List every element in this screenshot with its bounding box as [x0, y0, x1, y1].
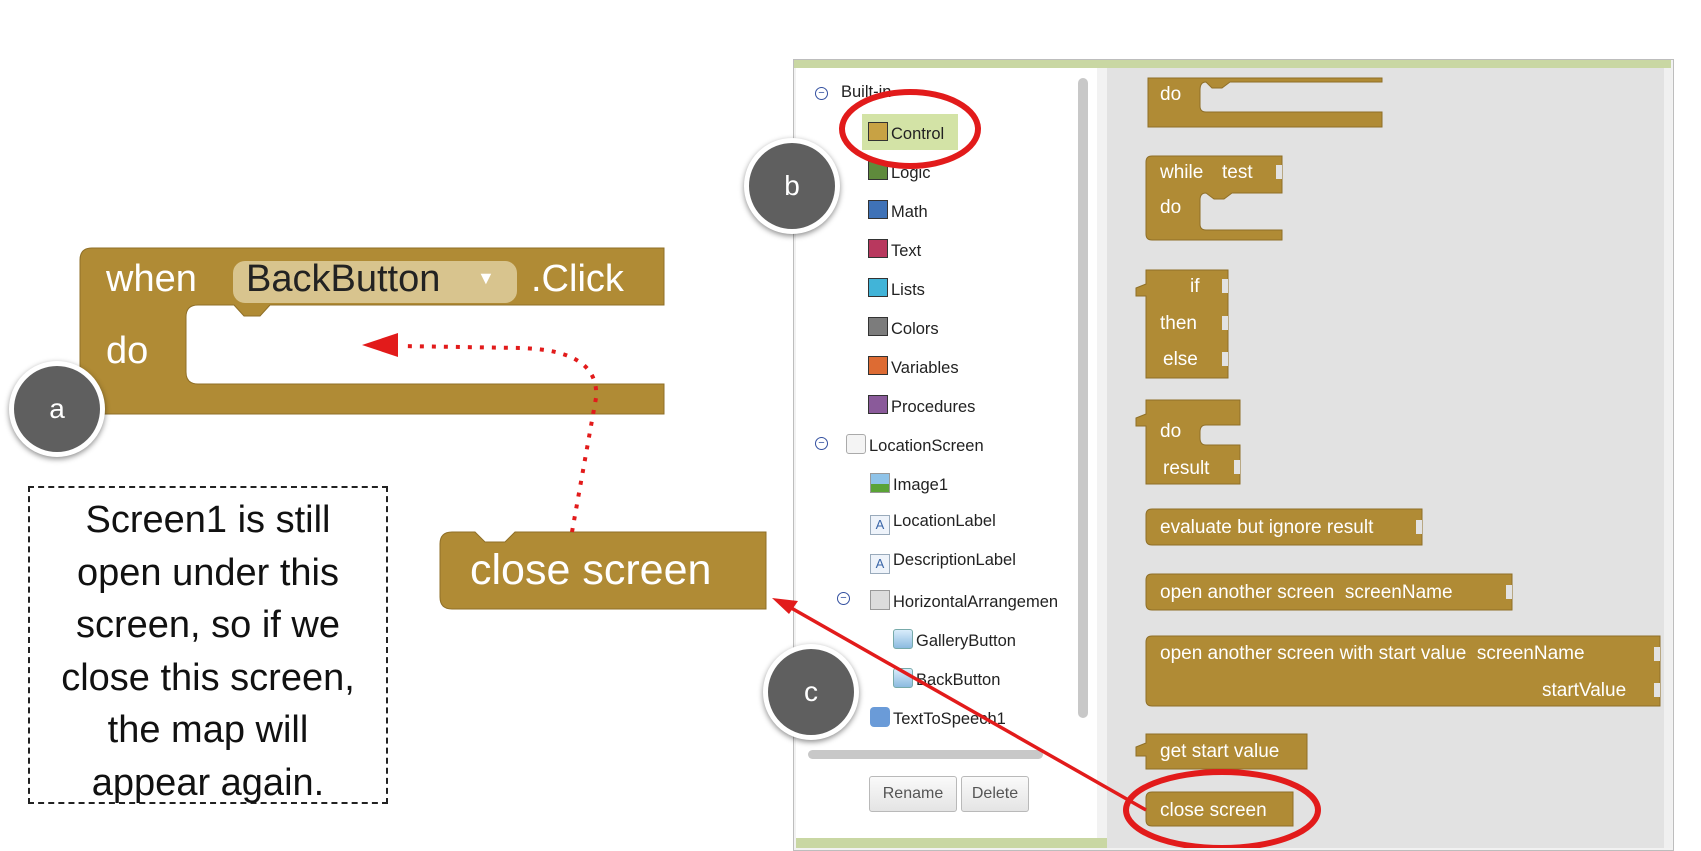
get-start-value-block[interactable]: get start value	[1160, 741, 1279, 763]
start-value-label: startValue	[1542, 680, 1627, 701]
tree-builtin[interactable]: Built-in	[841, 83, 891, 102]
label-icon: A	[870, 554, 890, 574]
while-do-label: do	[1160, 197, 1182, 218]
explanation-note: Screen1 is still open under this screen,…	[28, 486, 388, 804]
category-label: Text	[891, 242, 922, 260]
screen-icon	[846, 434, 866, 454]
dragged-close-screen-block[interactable]: close screen	[470, 546, 711, 595]
lists-swatch-icon	[868, 278, 888, 297]
tree-screen[interactable]: LocationScreen	[846, 434, 984, 456]
tree-component-backbutton[interactable]: BackButton	[893, 668, 1000, 690]
button-icon	[893, 629, 913, 649]
then-label: then	[1160, 313, 1197, 334]
tree-category-colors[interactable]: Colors	[868, 317, 939, 339]
colors-swatch-icon	[868, 317, 888, 336]
component-label: Image1	[893, 476, 949, 494]
tree-component-gallerybutton[interactable]: GalleryButton	[893, 629, 1016, 651]
if-block[interactable]: if	[1190, 276, 1200, 298]
tree-category-math[interactable]: Math	[868, 200, 928, 222]
label-icon: A	[870, 515, 890, 535]
note-line: the map will	[107, 709, 309, 751]
component-label: TextToSpeech1	[893, 710, 1006, 728]
collapse-screen-icon[interactable]: −	[815, 437, 828, 450]
do-result-block[interactable]: do	[1160, 421, 1181, 443]
category-label: Colors	[891, 320, 939, 338]
category-label: Math	[891, 203, 928, 221]
callout-c: c	[763, 644, 859, 740]
dropdown-arrow-icon[interactable]: ▼	[477, 268, 495, 289]
else-label: else	[1163, 349, 1198, 370]
tree-component-descriptionlabel[interactable]: A DescriptionLabel	[870, 551, 1016, 574]
rename-button[interactable]: Rename	[869, 776, 957, 812]
tree-category-variables[interactable]: Variables	[868, 356, 959, 378]
open-another-screen-block[interactable]: open another screen screenName	[1160, 582, 1453, 604]
note-line: Screen1 is still	[85, 499, 331, 541]
when-keyword: when	[106, 258, 197, 300]
component-label: BackButton	[916, 671, 1001, 689]
tree-component-horizontalarrangement[interactable]: HorizontalArrangemen	[870, 590, 1058, 612]
collapse-builtin-icon[interactable]: −	[815, 87, 828, 100]
category-label: Lists	[891, 281, 925, 299]
tree-component-image1[interactable]: Image1	[870, 473, 948, 495]
while-block[interactable]: while	[1160, 162, 1203, 184]
control-swatch-icon	[868, 122, 888, 141]
note-line: close this screen,	[61, 656, 355, 699]
variables-swatch-icon	[868, 356, 888, 375]
tree-category-procedures[interactable]: Procedures	[868, 395, 975, 417]
drawer-do-label: do	[1160, 84, 1182, 105]
logic-swatch-icon	[868, 161, 888, 180]
event-name: .Click	[531, 258, 624, 300]
tree-component-locationlabel[interactable]: A LocationLabel	[870, 512, 996, 535]
tree-category-control[interactable]: Control	[868, 122, 944, 144]
arrangement-icon	[870, 590, 890, 610]
text-swatch-icon	[868, 239, 888, 258]
close-screen-block[interactable]: close screen	[1160, 800, 1267, 822]
tree-category-text[interactable]: Text	[868, 239, 921, 261]
category-label: Logic	[891, 164, 931, 182]
delete-button[interactable]: Delete	[961, 776, 1029, 812]
open-another-screen-value-block[interactable]: open another screen with start value scr…	[1160, 643, 1585, 665]
do-keyword: do	[106, 330, 149, 372]
drawer-scrollbar[interactable]	[1664, 68, 1672, 848]
evaluate-block[interactable]: evaluate but ignore result	[1160, 517, 1373, 539]
tree-category-lists[interactable]: Lists	[868, 278, 925, 300]
component-label: LocationLabel	[893, 512, 996, 530]
category-label: Variables	[891, 359, 959, 377]
collapse-arrangement-icon[interactable]: −	[837, 592, 850, 605]
math-swatch-icon	[868, 200, 888, 219]
procedures-swatch-icon	[868, 395, 888, 414]
screen-label: LocationScreen	[869, 437, 984, 455]
tree-horizontal-scrollbar[interactable]	[808, 750, 1043, 759]
panel-top-bar	[794, 60, 1671, 68]
component-label: DescriptionLabel	[893, 551, 1016, 569]
while-test-label: test	[1222, 162, 1253, 183]
callout-a: a	[9, 361, 105, 457]
category-label: Procedures	[891, 398, 976, 416]
component-dropdown[interactable]: BackButton	[246, 258, 440, 301]
note-line: open under this	[77, 551, 339, 594]
category-label: Control	[891, 125, 945, 143]
button-icon	[893, 668, 913, 688]
tree-component-texttospeech[interactable]: TextToSpeech1	[870, 707, 1006, 729]
tree-vertical-scrollbar[interactable]	[1078, 78, 1088, 718]
speech-icon	[870, 707, 890, 727]
component-label: HorizontalArrangemen	[893, 593, 1059, 611]
component-label: GalleryButton	[916, 632, 1016, 650]
note-line: screen, so if we	[76, 604, 340, 646]
tree-category-logic[interactable]: Logic	[868, 161, 930, 183]
callout-b: b	[744, 138, 840, 234]
result-label: result	[1163, 458, 1210, 479]
image-icon	[870, 473, 890, 493]
note-line: appear again.	[91, 761, 325, 804]
